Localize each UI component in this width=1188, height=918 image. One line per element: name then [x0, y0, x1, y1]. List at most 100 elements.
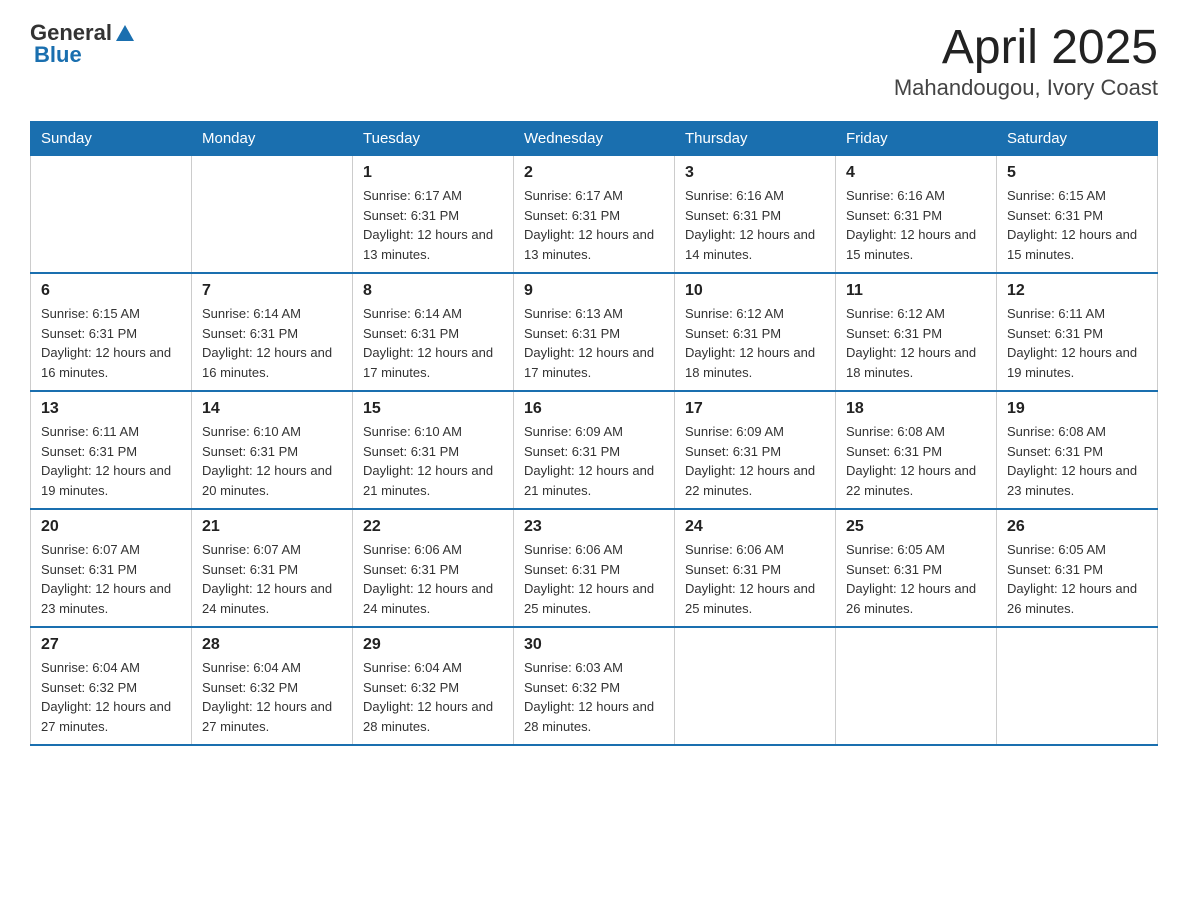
day-info: Sunrise: 6:04 AMSunset: 6:32 PMDaylight:…	[363, 658, 503, 736]
day-number: 28	[202, 636, 342, 654]
page-subtitle: Mahandougou, Ivory Coast	[894, 75, 1158, 101]
header-friday: Friday	[836, 122, 997, 156]
day-number: 9	[524, 282, 664, 300]
header-saturday: Saturday	[997, 122, 1158, 156]
day-number: 18	[846, 400, 986, 418]
calendar-cell: 5Sunrise: 6:15 AMSunset: 6:31 PMDaylight…	[997, 156, 1158, 274]
header-sunday: Sunday	[31, 122, 192, 156]
day-info: Sunrise: 6:10 AMSunset: 6:31 PMDaylight:…	[202, 422, 342, 500]
day-info: Sunrise: 6:07 AMSunset: 6:31 PMDaylight:…	[202, 540, 342, 618]
calendar-cell: 20Sunrise: 6:07 AMSunset: 6:31 PMDayligh…	[31, 509, 192, 627]
day-info: Sunrise: 6:12 AMSunset: 6:31 PMDaylight:…	[685, 304, 825, 382]
calendar-cell	[31, 156, 192, 274]
calendar-cell: 7 Sunrise: 6:14 AMSunset: 6:31 PMDaylight…	[192, 273, 353, 391]
day-info: Sunrise: 6:16 AMSunset: 6:31 PMDaylight:…	[685, 186, 825, 264]
logo-triangle-icon	[114, 22, 136, 44]
calendar-week-row: 6 Sunrise: 6:15 AMSunset: 6:31 PMDaylight…	[31, 273, 1158, 391]
day-number: 3	[685, 164, 825, 182]
day-number: 29	[363, 636, 503, 654]
calendar-cell	[836, 627, 997, 745]
calendar-cell	[997, 627, 1158, 745]
calendar-cell: 24 Sunrise: 6:06 AMSunset: 6:31 PMDayligh…	[675, 509, 836, 627]
day-info: Sunrise: 6:15 AMSunset: 6:31 PMDaylight:…	[41, 304, 181, 382]
calendar-cell: 28 Sunrise: 6:04 AMSunset: 6:32 PMDayligh…	[192, 627, 353, 745]
day-info: Sunrise: 6:16 AMSunset: 6:31 PMDaylight:…	[846, 186, 986, 264]
calendar-cell: 26 Sunrise: 6:05 AMSunset: 6:31 PMDayligh…	[997, 509, 1158, 627]
title-block: April 2025 Mahandougou, Ivory Coast	[894, 20, 1158, 101]
header-monday: Monday	[192, 122, 353, 156]
day-info: Sunrise: 6:04 AMSunset: 6:32 PMDaylight:…	[41, 658, 181, 736]
day-number: 16	[524, 400, 664, 418]
day-info: Sunrise: 6:05 AMSunset: 6:31 PMDaylight:…	[1007, 540, 1147, 618]
calendar-cell: 23 Sunrise: 6:06 AMSunset: 6:31 PMDayligh…	[514, 509, 675, 627]
day-info: Sunrise: 6:12 AMSunset: 6:31 PMDaylight:…	[846, 304, 986, 382]
calendar-cell: 29 Sunrise: 6:04 AMSunset: 6:32 PMDayligh…	[353, 627, 514, 745]
day-number: 1	[363, 164, 503, 182]
calendar-cell: 25Sunrise: 6:05 AMSunset: 6:31 PMDayligh…	[836, 509, 997, 627]
day-info: Sunrise: 6:08 AMSunset: 6:31 PMDaylight:…	[846, 422, 986, 500]
day-info: Sunrise: 6:06 AMSunset: 6:31 PMDaylight:…	[685, 540, 825, 618]
day-info: Sunrise: 6:06 AMSunset: 6:31 PMDaylight:…	[363, 540, 503, 618]
day-info: Sunrise: 6:14 AMSunset: 6:31 PMDaylight:…	[363, 304, 503, 382]
day-number: 10	[685, 282, 825, 300]
day-info: Sunrise: 6:05 AMSunset: 6:31 PMDaylight:…	[846, 540, 986, 618]
day-info: Sunrise: 6:11 AMSunset: 6:31 PMDaylight:…	[41, 422, 181, 500]
day-info: Sunrise: 6:17 AMSunset: 6:31 PMDaylight:…	[524, 186, 664, 264]
calendar-cell: 22 Sunrise: 6:06 AMSunset: 6:31 PMDayligh…	[353, 509, 514, 627]
day-number: 12	[1007, 282, 1147, 300]
day-number: 19	[1007, 400, 1147, 418]
day-number: 26	[1007, 518, 1147, 536]
day-info: Sunrise: 6:06 AMSunset: 6:31 PMDaylight:…	[524, 540, 664, 618]
calendar-header-row: SundayMondayTuesdayWednesdayThursdayFrid…	[31, 122, 1158, 156]
day-number: 15	[363, 400, 503, 418]
day-number: 11	[846, 282, 986, 300]
calendar-cell: 1Sunrise: 6:17 AMSunset: 6:31 PMDaylight…	[353, 156, 514, 274]
day-info: Sunrise: 6:09 AMSunset: 6:31 PMDaylight:…	[524, 422, 664, 500]
day-number: 8	[363, 282, 503, 300]
day-number: 23	[524, 518, 664, 536]
day-number: 24	[685, 518, 825, 536]
page-header: General Blue April 2025 Mahandougou, Ivo…	[30, 20, 1158, 101]
calendar-cell: 12 Sunrise: 6:11 AMSunset: 6:31 PMDayligh…	[997, 273, 1158, 391]
day-info: Sunrise: 6:10 AMSunset: 6:31 PMDaylight:…	[363, 422, 503, 500]
page-title: April 2025	[894, 20, 1158, 75]
day-number: 17	[685, 400, 825, 418]
header-tuesday: Tuesday	[353, 122, 514, 156]
calendar-cell	[192, 156, 353, 274]
day-info: Sunrise: 6:11 AMSunset: 6:31 PMDaylight:…	[1007, 304, 1147, 382]
header-thursday: Thursday	[675, 122, 836, 156]
calendar-cell: 19 Sunrise: 6:08 AMSunset: 6:31 PMDayligh…	[997, 391, 1158, 509]
day-number: 7	[202, 282, 342, 300]
calendar-week-row: 20 Sunrise: 6:07 AMSunset: 6:31 PMDayligh…	[31, 509, 1158, 627]
day-number: 14	[202, 400, 342, 418]
calendar-week-row: 1 Sunrise: 6:17 AMSunset: 6:31 PMDaylight…	[31, 156, 1158, 274]
calendar-cell: 30Sunrise: 6:03 AMSunset: 6:32 PMDayligh…	[514, 627, 675, 745]
logo-blue-text: Blue	[34, 42, 82, 68]
calendar-cell: 11 Sunrise: 6:12 AMSunset: 6:31 PMDayligh…	[836, 273, 997, 391]
calendar-cell	[675, 627, 836, 745]
day-info: Sunrise: 6:15 AMSunset: 6:31 PMDaylight:…	[1007, 186, 1147, 264]
calendar-cell: 8 Sunrise: 6:14 AMSunset: 6:31 PMDaylight…	[353, 273, 514, 391]
calendar-week-row: 13 Sunrise: 6:11 AMSunset: 6:31 PMDayligh…	[31, 391, 1158, 509]
calendar-cell: 14 Sunrise: 6:10 AMSunset: 6:31 PMDayligh…	[192, 391, 353, 509]
day-number: 21	[202, 518, 342, 536]
day-info: Sunrise: 6:04 AMSunset: 6:32 PMDaylight:…	[202, 658, 342, 736]
day-number: 6	[41, 282, 181, 300]
calendar-cell: 9 Sunrise: 6:13 AMSunset: 6:31 PMDaylight…	[514, 273, 675, 391]
calendar-cell: 16 Sunrise: 6:09 AMSunset: 6:31 PMDayligh…	[514, 391, 675, 509]
day-number: 2	[524, 164, 664, 182]
day-info: Sunrise: 6:08 AMSunset: 6:31 PMDaylight:…	[1007, 422, 1147, 500]
day-number: 20	[41, 518, 181, 536]
day-number: 4	[846, 164, 986, 182]
calendar-cell: 18 Sunrise: 6:08 AMSunset: 6:31 PMDayligh…	[836, 391, 997, 509]
day-info: Sunrise: 6:13 AMSunset: 6:31 PMDaylight:…	[524, 304, 664, 382]
calendar-cell: 6 Sunrise: 6:15 AMSunset: 6:31 PMDaylight…	[31, 273, 192, 391]
calendar-cell: 4 Sunrise: 6:16 AMSunset: 6:31 PMDaylight…	[836, 156, 997, 274]
header-wednesday: Wednesday	[514, 122, 675, 156]
day-number: 30	[524, 636, 664, 654]
day-number: 22	[363, 518, 503, 536]
logo: General Blue	[30, 20, 136, 68]
calendar-cell: 27Sunrise: 6:04 AMSunset: 6:32 PMDayligh…	[31, 627, 192, 745]
day-number: 13	[41, 400, 181, 418]
day-info: Sunrise: 6:14 AMSunset: 6:31 PMDaylight:…	[202, 304, 342, 382]
